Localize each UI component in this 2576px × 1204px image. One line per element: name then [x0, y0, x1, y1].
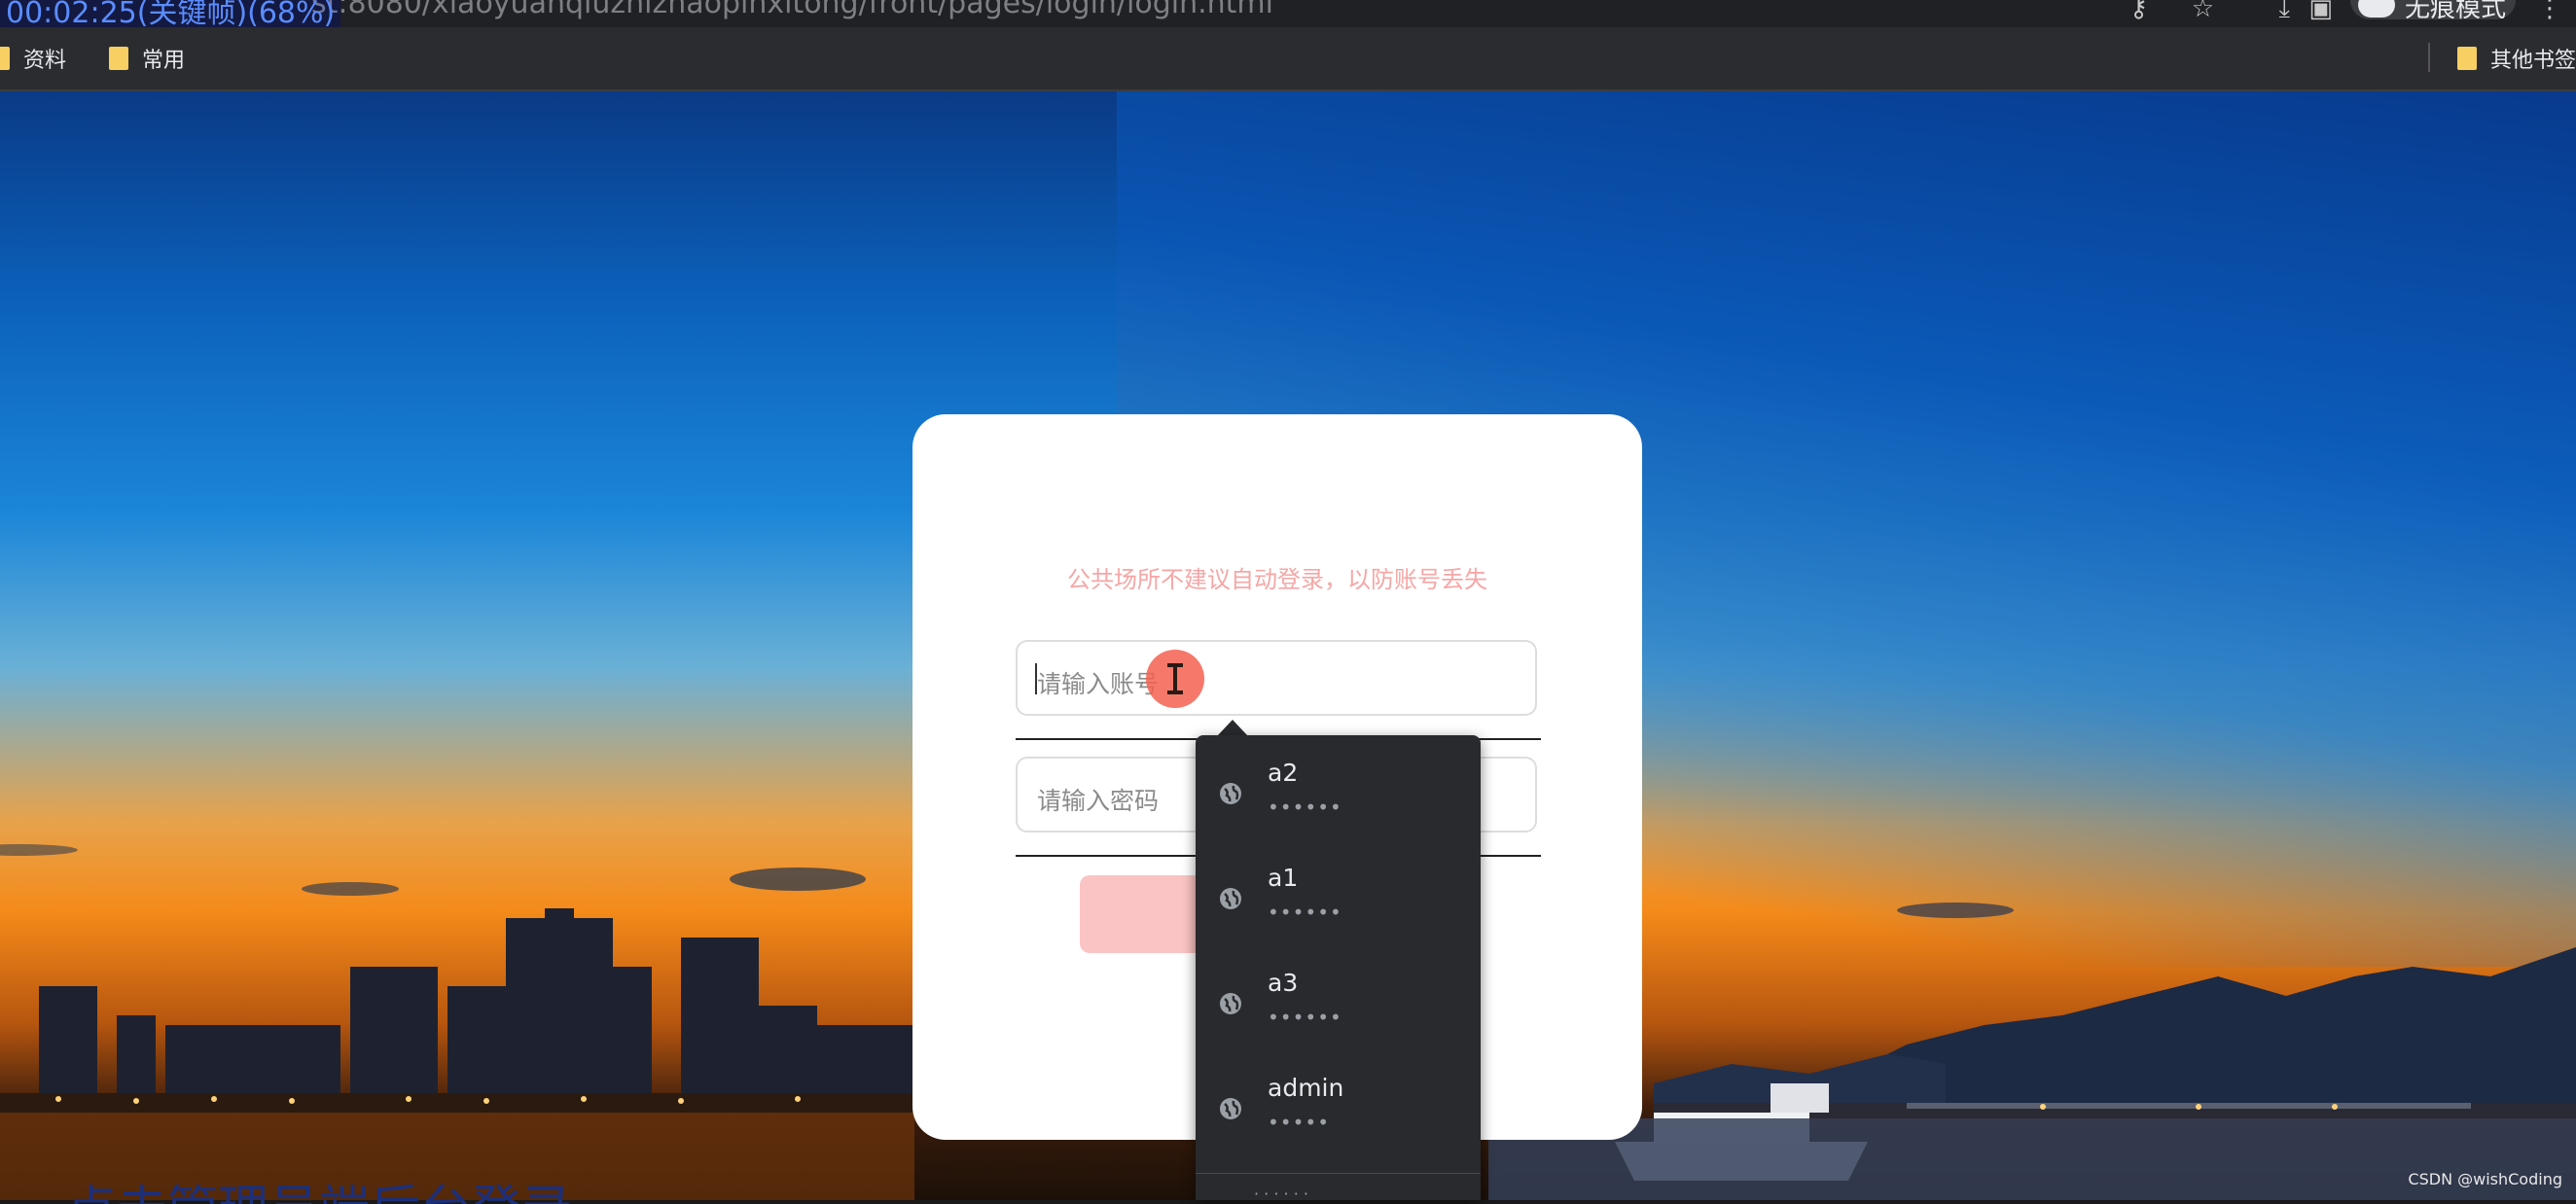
folder-icon [0, 47, 10, 70]
url-path: :8080/xiaoyuanqiuzhizhaopinxitong/front/… [338, 0, 1273, 20]
saved-password-dropdown: a2 •••••• a1 •••••• a3 •••••• admin ••••… [1196, 735, 1481, 1200]
globe-icon [1220, 1098, 1241, 1119]
text-cursor-icon [1167, 663, 1183, 694]
bookmark-separator [2428, 43, 2430, 72]
mouse-cursor-highlight [1146, 650, 1204, 708]
extension-icon[interactable]: ▣ [2308, 0, 2333, 23]
saved-password-mask: •••••• [1268, 901, 1342, 924]
bookmark-label: 常用 [142, 49, 186, 73]
bookmarks-bar: 资料 常用 其他书签 [0, 27, 2576, 91]
other-bookmarks-label: 其他书签 [2489, 49, 2576, 73]
other-bookmarks-folder[interactable]: 其他书签 [2456, 43, 2576, 74]
saved-account-a2[interactable]: a2 •••••• [1196, 735, 1481, 840]
saved-username: a1 [1268, 864, 1299, 892]
auto-login-warning: 公共场所不建议自动登录，以防账号丢失 [1067, 566, 1487, 593]
star-icon[interactable]: ☆ [2192, 0, 2214, 23]
bookmark-folder-changyong[interactable]: 常用 [109, 43, 185, 74]
url-field[interactable]: st:8080/xiaoyuanqiuzhizhaopinxitong/fron… [311, 0, 1273, 20]
incognito-label: 无痕模式 [2405, 0, 2507, 23]
incognito-icon [2358, 0, 2395, 18]
saved-username: a2 [1268, 759, 1299, 787]
menu-icon[interactable]: ⋮ [2537, 0, 2562, 23]
bottom-caption-overlay: 点击管理员端后台登录 [66, 1185, 669, 1204]
username-placeholder: 请输入账号 [1037, 670, 1160, 698]
manage-passwords-option[interactable]: · · · · · · [1254, 1185, 1371, 1200]
saved-username: a3 [1268, 969, 1299, 997]
csdn-watermark: CSDN @wishCoding [2408, 1170, 2562, 1188]
dropdown-divider [1196, 1173, 1481, 1174]
frame-timestamp-overlay: 00:02:25(关键帧)(68%) [0, 0, 341, 27]
incognito-profile-button[interactable]: 无痕模式 [2350, 0, 2516, 23]
globe-icon [1220, 993, 1241, 1014]
bookmark-folder-ziliao[interactable]: 资料 [0, 43, 66, 74]
username-input[interactable]: 请输入账号 [1016, 640, 1537, 716]
saved-password-mask: •••••• [1268, 796, 1342, 819]
saved-password-mask: •••••• [1268, 1006, 1342, 1029]
folder-icon [109, 47, 128, 70]
saved-account-admin[interactable]: admin ••••• [1196, 1050, 1481, 1155]
bookmark-label: 资料 [23, 49, 67, 73]
key-icon[interactable]: ⚷ [2129, 0, 2148, 23]
saved-password-mask: ••••• [1268, 1111, 1330, 1134]
browser-address-bar: st:8080/xiaoyuanqiuzhizhaopinxitong/fron… [0, 0, 2576, 27]
globe-icon [1220, 783, 1241, 804]
password-placeholder: 请输入密码 [1037, 787, 1160, 815]
folder-icon [2456, 47, 2477, 70]
saved-username: admin [1268, 1074, 1344, 1102]
saved-account-a3[interactable]: a3 •••••• [1196, 945, 1481, 1050]
saved-account-a1[interactable]: a1 •••••• [1196, 840, 1481, 945]
dropdown-arrow [1217, 720, 1248, 736]
download-icon[interactable]: ⤓ [2279, 0, 2291, 24]
globe-icon [1220, 888, 1241, 909]
